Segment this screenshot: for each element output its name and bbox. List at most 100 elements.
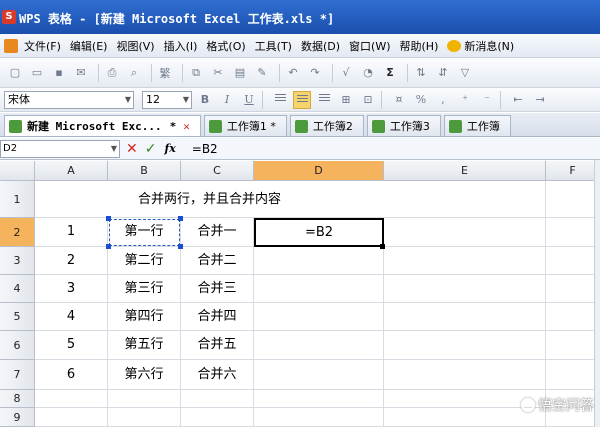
bold-button[interactable]: B — [196, 91, 214, 109]
row-header-8[interactable]: 8 — [0, 390, 35, 408]
cell-c2[interactable]: 合并一 — [181, 218, 254, 247]
borders-icon[interactable]: ⊡ — [359, 91, 377, 109]
selection-handle[interactable] — [178, 244, 183, 249]
sort-descending-icon[interactable]: ⇵ — [434, 64, 452, 82]
cell-b9[interactable] — [108, 408, 181, 427]
cell-f6[interactable] — [546, 331, 600, 360]
menu-file[interactable]: 文件(F) — [24, 38, 61, 54]
column-header-d[interactable]: D — [254, 161, 384, 181]
redo-icon[interactable]: ↷ — [306, 64, 324, 82]
insert-function-icon[interactable]: √ — [337, 64, 355, 82]
menu-window[interactable]: 窗口(W) — [349, 38, 390, 54]
column-header-a[interactable]: A — [35, 161, 108, 181]
underline-button[interactable]: U — [240, 91, 258, 109]
cell-f7[interactable] — [546, 360, 600, 390]
traditional-convert-icon[interactable]: 繁 — [156, 64, 174, 82]
cell-c5[interactable]: 合并四 — [181, 303, 254, 331]
new-file-icon[interactable]: ▢ — [6, 64, 24, 82]
row-header-5[interactable]: 5 — [0, 303, 35, 331]
cell-c7[interactable]: 合并六 — [181, 360, 254, 390]
print-icon[interactable]: ⎙ — [103, 64, 121, 82]
row-header-7[interactable]: 7 — [0, 360, 35, 390]
tab-new-workbook[interactable]: 新建 Microsoft Exc... * ✕ — [4, 115, 201, 136]
column-header-b[interactable]: B — [108, 161, 181, 181]
row-header-4[interactable]: 4 — [0, 275, 35, 303]
sort-ascending-icon[interactable]: ⇅ — [412, 64, 430, 82]
cell-c4[interactable]: 合并三 — [181, 275, 254, 303]
cell-b4[interactable]: 第三行 — [108, 275, 181, 303]
cell-a8[interactable] — [35, 390, 108, 408]
comma-icon[interactable]: , — [434, 91, 452, 109]
copy-icon[interactable]: ⧉ — [187, 64, 205, 82]
align-left-icon[interactable] — [271, 91, 289, 109]
column-header-c[interactable]: C — [181, 161, 254, 181]
cell-f4[interactable] — [546, 275, 600, 303]
chart-icon[interactable]: ◔ — [359, 64, 377, 82]
cell-d8[interactable] — [254, 390, 384, 408]
column-header-f[interactable]: F — [546, 161, 600, 181]
row-header-2[interactable]: 2 — [0, 218, 35, 247]
tab-workbook1[interactable]: 工作簿1 * — [203, 115, 287, 136]
decrease-indent-icon[interactable]: ⇤ — [509, 91, 527, 109]
cell-c6[interactable]: 合并五 — [181, 331, 254, 360]
tab-workbook3[interactable]: 工作簿3 — [366, 115, 441, 136]
cell-f3[interactable] — [546, 247, 600, 275]
row-header-6[interactable]: 6 — [0, 331, 35, 360]
cell-f1[interactable] — [546, 181, 600, 218]
close-icon[interactable]: ✕ — [183, 120, 190, 133]
menu-tools[interactable]: 工具(T) — [255, 38, 292, 54]
font-size-select[interactable]: 12 ▼ — [142, 90, 192, 109]
cell-b3[interactable]: 第二行 — [108, 247, 181, 275]
cell-d7[interactable] — [254, 360, 384, 390]
tab-workbook2[interactable]: 工作簿2 — [289, 115, 364, 136]
menu-insert[interactable]: 插入(I) — [164, 38, 198, 54]
name-box[interactable]: D2 ▼ — [0, 139, 120, 158]
cell-a7[interactable]: 6 — [35, 360, 108, 390]
cell-b2[interactable]: 第一行 — [108, 218, 181, 247]
cut-icon[interactable]: ✂ — [209, 64, 227, 82]
cell-e7[interactable] — [384, 360, 546, 390]
cell-e3[interactable] — [384, 247, 546, 275]
cell-c3[interactable]: 合并二 — [181, 247, 254, 275]
cell-a4[interactable]: 3 — [35, 275, 108, 303]
cell-d6[interactable] — [254, 331, 384, 360]
menu-format[interactable]: 格式(O) — [206, 38, 245, 54]
merged-title-cell[interactable]: 合并两行，并且合并内容 — [35, 181, 384, 218]
cell-c9[interactable] — [181, 408, 254, 427]
confirm-icon[interactable]: ✓ — [145, 141, 157, 157]
print-preview-icon[interactable]: ⌕ — [125, 64, 143, 82]
selection-handle[interactable] — [106, 216, 111, 221]
cell-a2[interactable]: 1 — [35, 218, 108, 247]
cell-b7[interactable]: 第六行 — [108, 360, 181, 390]
cell-d5[interactable] — [254, 303, 384, 331]
open-folder-icon[interactable]: ▭ — [28, 64, 46, 82]
paste-icon[interactable]: ▤ — [231, 64, 249, 82]
autosum-icon[interactable]: Σ — [381, 64, 399, 82]
cell-d3[interactable] — [254, 247, 384, 275]
align-right-icon[interactable] — [315, 91, 333, 109]
menu-data[interactable]: 数据(D) — [301, 38, 340, 54]
selection-handle[interactable] — [178, 216, 183, 221]
wps-logo-icon[interactable] — [4, 38, 18, 53]
cell-a5[interactable]: 4 — [35, 303, 108, 331]
tab-workbook4[interactable]: 工作簿 — [443, 115, 511, 136]
selection-handle[interactable] — [106, 244, 111, 249]
mail-icon[interactable]: ✉ — [72, 64, 90, 82]
menu-edit[interactable]: 编辑(E) — [70, 38, 108, 54]
cell-b8[interactable] — [108, 390, 181, 408]
insert-function-button[interactable]: fx — [164, 142, 175, 155]
cancel-icon[interactable]: ✕ — [126, 141, 138, 157]
merge-center-icon[interactable]: ⊞ — [337, 91, 355, 109]
cell-d2[interactable]: =B2 — [254, 218, 384, 247]
cell-d9[interactable] — [254, 408, 384, 427]
cell-f2[interactable] — [546, 218, 600, 247]
currency-icon[interactable]: ¤ — [390, 91, 408, 109]
vertical-scrollbar[interactable] — [594, 160, 600, 427]
percent-icon[interactable]: % — [412, 91, 430, 109]
cell-d4[interactable] — [254, 275, 384, 303]
formula-input[interactable]: =B2 — [192, 142, 218, 156]
cell-a6[interactable]: 5 — [35, 331, 108, 360]
cell-a9[interactable] — [35, 408, 108, 427]
cell-f5[interactable] — [546, 303, 600, 331]
filter-icon[interactable]: ▽ — [456, 64, 474, 82]
